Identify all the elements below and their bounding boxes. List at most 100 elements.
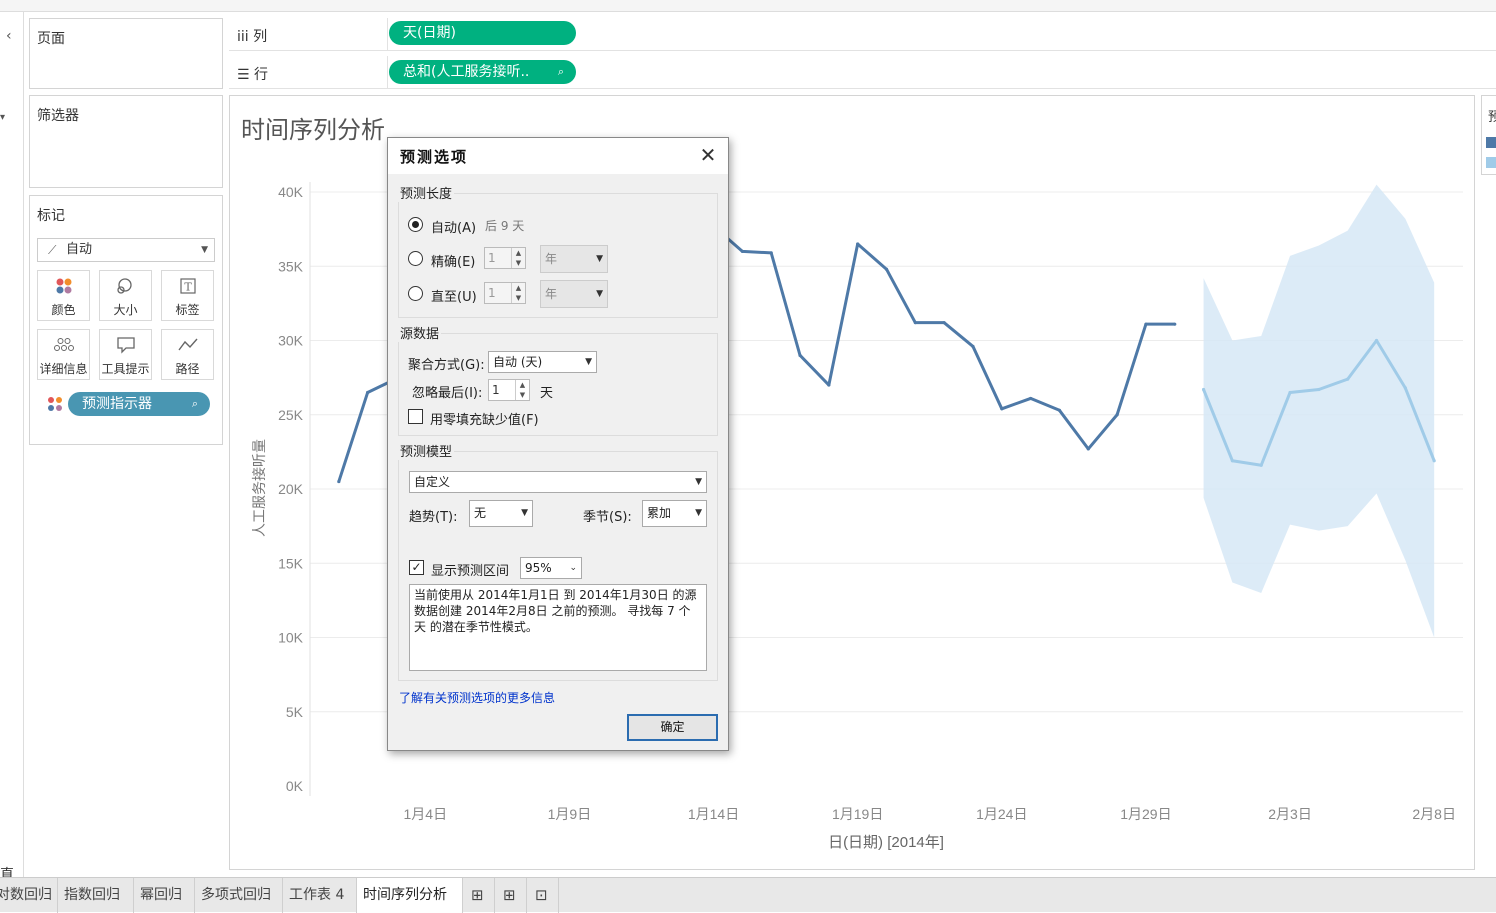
x-tick-label: 1月14日 [688, 806, 739, 822]
exact-radio[interactable] [408, 251, 423, 266]
tab-sheet4[interactable]: 工作表 4 [283, 878, 357, 913]
until-label: 直至(U) [431, 290, 477, 305]
actual-point [942, 321, 946, 325]
detail-button[interactable]: 详细信息 [37, 329, 90, 380]
color-dots-icon [38, 277, 89, 300]
dialog-title: 预测选项 [400, 148, 469, 166]
size-button[interactable]: 大小 [99, 270, 152, 321]
tooltip-button[interactable]: 工具提示 [99, 329, 152, 380]
actual-point [1144, 322, 1148, 326]
forecast-point [1259, 463, 1263, 467]
season-select[interactable]: 累加 ▼ [642, 500, 707, 527]
model-select[interactable]: 自定义 ▼ [409, 471, 707, 493]
actual-point [337, 479, 341, 484]
aggregate-label: 聚合方式(G): [408, 358, 485, 373]
actual-point [366, 390, 370, 395]
actual-point [798, 353, 802, 357]
tab-log-regression[interactable]: 对数回归 [0, 878, 58, 913]
label-button[interactable]: T 标签 [161, 270, 214, 321]
actual-point [913, 321, 917, 325]
columns-pill[interactable]: 天(日期) [389, 21, 576, 45]
new-dashboard-icon[interactable]: ⊞ [497, 878, 527, 913]
chevron-down-icon: ▼ [521, 508, 528, 518]
actual-point [769, 251, 773, 255]
interval-select[interactable]: 95% ⌄ [520, 557, 582, 579]
filters-card[interactable]: 筛选器 [29, 95, 223, 188]
stepper-arrows-icon: ▲ ▼ [511, 283, 525, 303]
rows-pill-label: 总和(人工服务接听.. [403, 64, 530, 80]
line-mark-icon: ⟋ [48, 243, 57, 257]
fill-zero-label: 用零填充缺少值(F) [430, 413, 539, 428]
actual-point [856, 242, 860, 246]
forecast-point [1201, 387, 1206, 392]
chevron-down-icon: ▼ [585, 357, 592, 367]
new-story-icon[interactable]: ⊡ [529, 878, 559, 913]
tab-exp-regression[interactable]: 指数回归 [58, 878, 134, 913]
size-icon [100, 277, 151, 300]
columns-shelf-label: iii 列 [237, 29, 268, 45]
path-line-icon [162, 336, 213, 359]
actual-point [1115, 413, 1119, 417]
marks-title: 标记 [37, 208, 65, 224]
until-stepper[interactable]: 1 ▲ ▼ [484, 282, 526, 304]
x-tick-label: 1月19日 [832, 806, 883, 822]
until-radio[interactable] [408, 286, 423, 301]
trend-label: 趋势(T): [409, 510, 458, 525]
y-tick-label: 15K [278, 555, 304, 571]
forecast-length-label: 预测长度 [398, 183, 455, 202]
x-tick-label: 1月9日 [548, 806, 592, 822]
until-unit-select[interactable]: 年 ▼ [540, 280, 608, 308]
y-tick-label: 20K [278, 481, 304, 497]
y-tick-label: 40K [278, 184, 304, 200]
show-interval-checkbox[interactable]: ✓ [409, 560, 424, 575]
forecast-icon: ⌕ [557, 65, 564, 78]
color-button[interactable]: 颜色 [37, 270, 90, 321]
forecast-indicator-label: 预测指示器 [82, 396, 152, 412]
ignore-last-stepper[interactable]: 1 ▲ ▼ [488, 379, 530, 401]
actual-point [884, 267, 889, 271]
close-icon[interactable]: ✕ [696, 144, 720, 166]
rows-pill[interactable]: 总和(人工服务接听.. ⌕ [389, 60, 576, 84]
fill-zero-checkbox[interactable] [408, 409, 423, 424]
tab-power-regression[interactable]: 幂回归 [134, 878, 195, 913]
source-data-label: 源数据 [398, 323, 442, 342]
season-label: 季节(S): [583, 510, 632, 525]
x-tick-label: 1月29日 [1120, 806, 1171, 822]
columns-icon: iii [237, 29, 249, 45]
color-label: 颜色 [51, 303, 76, 317]
aggregate-select[interactable]: 自动 (天) ▼ [488, 351, 597, 373]
new-worksheet-icon[interactable]: ⊞ [465, 878, 495, 913]
actual-point [740, 249, 744, 253]
detail-dots-icon [38, 336, 89, 359]
path-button[interactable]: 路径 [161, 329, 214, 380]
forecast-options-dialog: 预测选项 ✕ 预测长度 自动(A) 后 9 天 精确(E) 1 ▲ ▼ 年 ▼ 直至(… [387, 137, 729, 751]
actual-point [1086, 447, 1090, 451]
chevron-down-icon: ⌄ [569, 563, 577, 573]
chevron-down-icon: ▼ [695, 508, 702, 518]
left-collapsed-pane: ‹ ▾ 直 [0, 12, 24, 883]
exact-stepper[interactable]: 1 ▲ ▼ [484, 247, 526, 269]
actual-point [1000, 407, 1004, 411]
filters-title: 筛选器 [37, 108, 79, 124]
collapse-arrow-icon[interactable]: ‹ [6, 28, 12, 44]
chevron-down-icon: ▼ [695, 477, 702, 487]
dropdown-arrow-icon[interactable]: ▾ [0, 112, 5, 123]
tab-time-series[interactable]: 时间序列分析 [357, 878, 463, 913]
chevron-down-icon: ▼ [596, 289, 603, 299]
pages-title: 页面 [37, 31, 65, 47]
pages-card[interactable]: 页面 [29, 18, 223, 89]
legend-swatch-forecast [1486, 157, 1496, 168]
y-axis-title: 人工服务接听量 [251, 439, 268, 537]
mark-type-dropdown[interactable]: ⟋ 自动 ▼ [37, 238, 215, 262]
exact-unit-select[interactable]: 年 ▼ [540, 245, 608, 273]
tab-poly-regression[interactable]: 多项式回归 [195, 878, 283, 913]
more-info-link[interactable]: 了解有关预测选项的更多信息 [399, 689, 555, 706]
auto-radio[interactable] [408, 217, 423, 232]
trend-select[interactable]: 无 ▼ [469, 500, 533, 527]
mark-type-value: 自动 [66, 242, 93, 257]
actual-point [1029, 396, 1033, 401]
ok-button[interactable]: 确定 [627, 714, 718, 741]
auto-label: 自动(A) [431, 221, 477, 236]
forecast-indicator-pill[interactable]: 预测指示器 ⌕ [68, 392, 210, 416]
actual-point [1173, 322, 1177, 326]
